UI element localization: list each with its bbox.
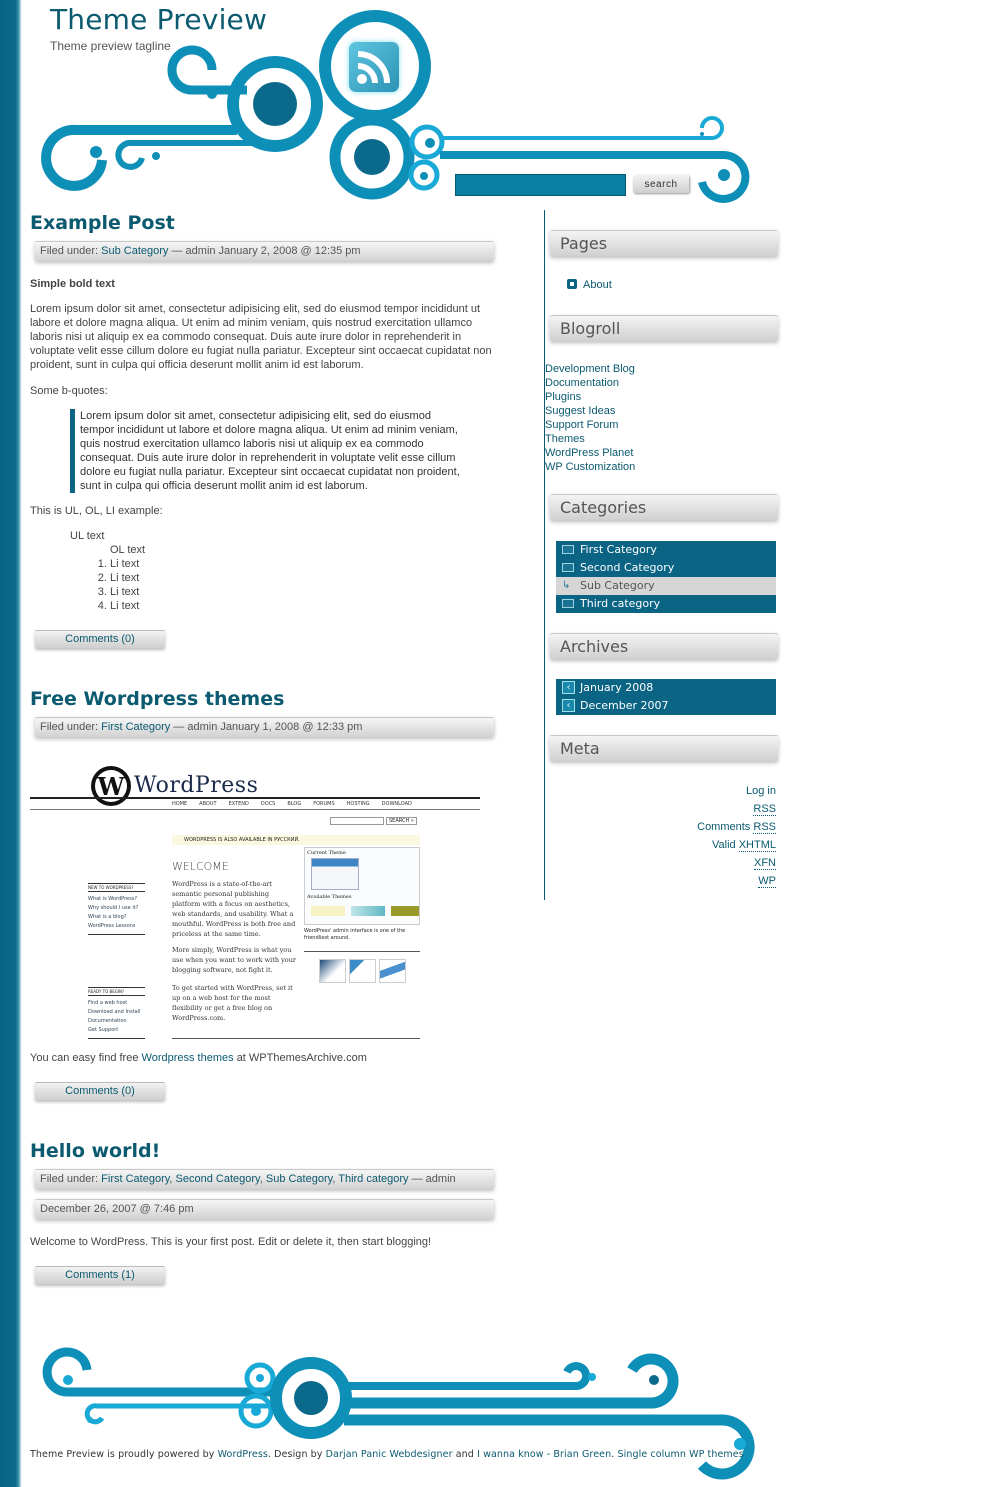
meta-list: Log in RSS Comments RSS Valid XHTML XFN … (697, 782, 776, 890)
list-label: This is UL, OL, LI example: (30, 505, 163, 517)
main-content: Example Post Filed under: Sub Category —… (30, 210, 500, 1284)
xfn-link[interactable]: XFN (697, 854, 776, 872)
folder-icon (562, 599, 574, 608)
footer-swirl-art (42, 1347, 755, 1480)
archive-icon: ‹ (562, 681, 575, 694)
post-meta: Filed under: First Category — admin Janu… (35, 717, 494, 737)
list-item: Li text (110, 571, 500, 585)
post-example: Example Post Filed under: Sub Category —… (30, 210, 500, 648)
page-bullet-icon (567, 279, 577, 289)
blogroll-link[interactable]: WordPress Planet (545, 446, 635, 460)
post-paragraph: Lorem ipsum dolor sit amet, consectetur … (30, 303, 492, 371)
comments-button[interactable]: Comments (0) (35, 1082, 165, 1100)
list-item: Li text (110, 585, 500, 599)
post-meta-text: — admin January 2, 2008 @ 12:35 pm (171, 245, 361, 257)
folder-icon (562, 545, 574, 554)
list-item: Li text (110, 599, 500, 613)
bold-text: Simple bold text (30, 278, 115, 290)
blogroll-link[interactable]: Themes (545, 432, 635, 446)
category-link[interactable]: Sub Category (101, 245, 168, 257)
archive-item[interactable]: ‹ December 2007 (556, 697, 776, 715)
search-input[interactable] (455, 174, 626, 196)
categories-list: First Category Second Category ↳ Sub Cate… (556, 541, 776, 613)
valid-xhtml-link[interactable]: Valid XHTML (697, 836, 776, 854)
post-meta: Filed under: Sub Category — admin Januar… (35, 241, 494, 261)
wordpress-logo-icon: W (91, 766, 131, 806)
post-meta: Filed under: First Category, Second Cate… (35, 1169, 494, 1189)
filed-under-label: Filed under: (40, 1173, 99, 1185)
wp-notice: WORDPRESS IS ALSO AVAILABLE IN РУССКИЙ. (172, 835, 420, 845)
ul-text: UL text (70, 530, 105, 542)
archive-item[interactable]: ‹ January 2008 (556, 679, 776, 697)
wordpress-screenshot-image[interactable]: W WordPress HOME ABOUT EXTEND DOCS BLOG FORUM… (30, 753, 480, 1043)
site-title[interactable]: Theme Preview (50, 3, 267, 36)
wp-logo-text: WordPress (134, 773, 259, 798)
blockquote: Lorem ipsum dolor sit amet, consectetur … (70, 409, 460, 493)
filed-under-label: Filed under: (40, 245, 99, 257)
header: Theme Preview Theme preview tagline sear… (22, 0, 802, 205)
ordered-list: Li text Li text Li text Li text (110, 557, 500, 613)
post-meta-text: — admin (411, 1173, 456, 1185)
category-link[interactable]: First Category (101, 1173, 169, 1185)
site-tagline: Theme preview tagline (50, 39, 171, 53)
post-hello-world: Hello world! Filed under: First Category… (30, 1138, 500, 1284)
blogroll-link[interactable]: WP Customization (545, 460, 635, 474)
archives-list: ‹ January 2008 ‹ December 2007 (556, 679, 776, 715)
post-paragraph: You can easy find free Wordpress themes … (30, 1052, 367, 1064)
blogroll-list: Development Blog Documentation Plugins S… (545, 362, 635, 474)
footer-single-column-link[interactable]: Single column WP themes (617, 1449, 743, 1460)
footer-credits: Theme Preview is proudly powered by Word… (30, 1449, 744, 1460)
post-free-themes: Free Wordpress themes Filed under: First… (30, 686, 500, 1100)
wordpress-themes-link[interactable]: Wordpress themes (142, 1052, 234, 1064)
sidebar: Pages About Blogroll Development Blog Do… (544, 210, 784, 900)
archive-icon: ‹ (562, 699, 575, 712)
category-item[interactable]: Second Category (556, 559, 776, 577)
widget-title-pages: Pages (550, 230, 778, 256)
post-date: December 26, 2007 @ 7:46 pm (35, 1199, 494, 1219)
login-link[interactable]: Log in (697, 782, 776, 800)
footer-brian-green-link[interactable]: I wanna know - Brian Green (477, 1449, 611, 1460)
filed-under-label: Filed under: (40, 721, 99, 733)
category-link[interactable]: Second Category (176, 1173, 260, 1185)
footer-wordpress-link[interactable]: WordPress (218, 1449, 268, 1460)
category-link[interactable]: Third category (338, 1173, 408, 1185)
blogroll-link[interactable]: Documentation (545, 376, 635, 390)
post-meta-text: — admin January 1, 2008 @ 12:33 pm (173, 721, 363, 733)
category-link[interactable]: First Category (101, 721, 170, 733)
footer-designer-link[interactable]: Darjan Panic Webdesigner (326, 1449, 453, 1460)
blogroll-link[interactable]: Suggest Ideas (545, 404, 635, 418)
category-item[interactable]: First Category (556, 541, 776, 559)
widget-title-meta: Meta (550, 735, 778, 761)
post-title[interactable]: Example Post (30, 210, 500, 237)
blogroll-link[interactable]: Plugins (545, 390, 635, 404)
category-item-sub[interactable]: ↳ Sub Category (556, 577, 776, 595)
footer: Theme Preview is proudly powered by Word… (22, 1340, 782, 1487)
comments-button[interactable]: Comments (0) (35, 630, 165, 648)
list-item: Li text (110, 557, 500, 571)
post-paragraph: Welcome to WordPress. This is your first… (30, 1236, 432, 1248)
wp-nav: HOME ABOUT EXTEND DOCS BLOG FORUMS HOSTING DOWN… (172, 801, 412, 807)
comments-button[interactable]: Comments (1) (35, 1266, 165, 1284)
blogroll-link[interactable]: Development Blog (545, 362, 635, 376)
comments-rss-link[interactable]: Comments RSS (697, 818, 776, 836)
page-link[interactable]: About (583, 279, 612, 291)
blogroll-link[interactable]: Support Forum (545, 418, 635, 432)
post-title[interactable]: Free Wordpress themes (30, 686, 500, 713)
search-button[interactable]: search (633, 175, 689, 193)
wp-link[interactable]: WP (697, 872, 776, 890)
bquote-label: Some b-quotes: (30, 385, 108, 397)
widget-title-blogroll: Blogroll (550, 315, 778, 341)
sub-arrow-icon: ↳ (562, 580, 571, 591)
rss-link[interactable]: RSS (697, 800, 776, 818)
folder-icon (562, 563, 574, 572)
widget-title-categories: Categories (550, 494, 778, 520)
post-title[interactable]: Hello world! (30, 1138, 500, 1165)
left-decorative-bar (0, 0, 22, 1487)
rss-feed-icon[interactable] (349, 42, 399, 92)
widget-title-archives: Archives (550, 633, 778, 659)
ol-text: OL text (110, 544, 146, 556)
category-item[interactable]: Third category (556, 595, 776, 613)
category-link[interactable]: Sub Category (266, 1173, 332, 1185)
page-item-about[interactable]: About (567, 278, 612, 292)
